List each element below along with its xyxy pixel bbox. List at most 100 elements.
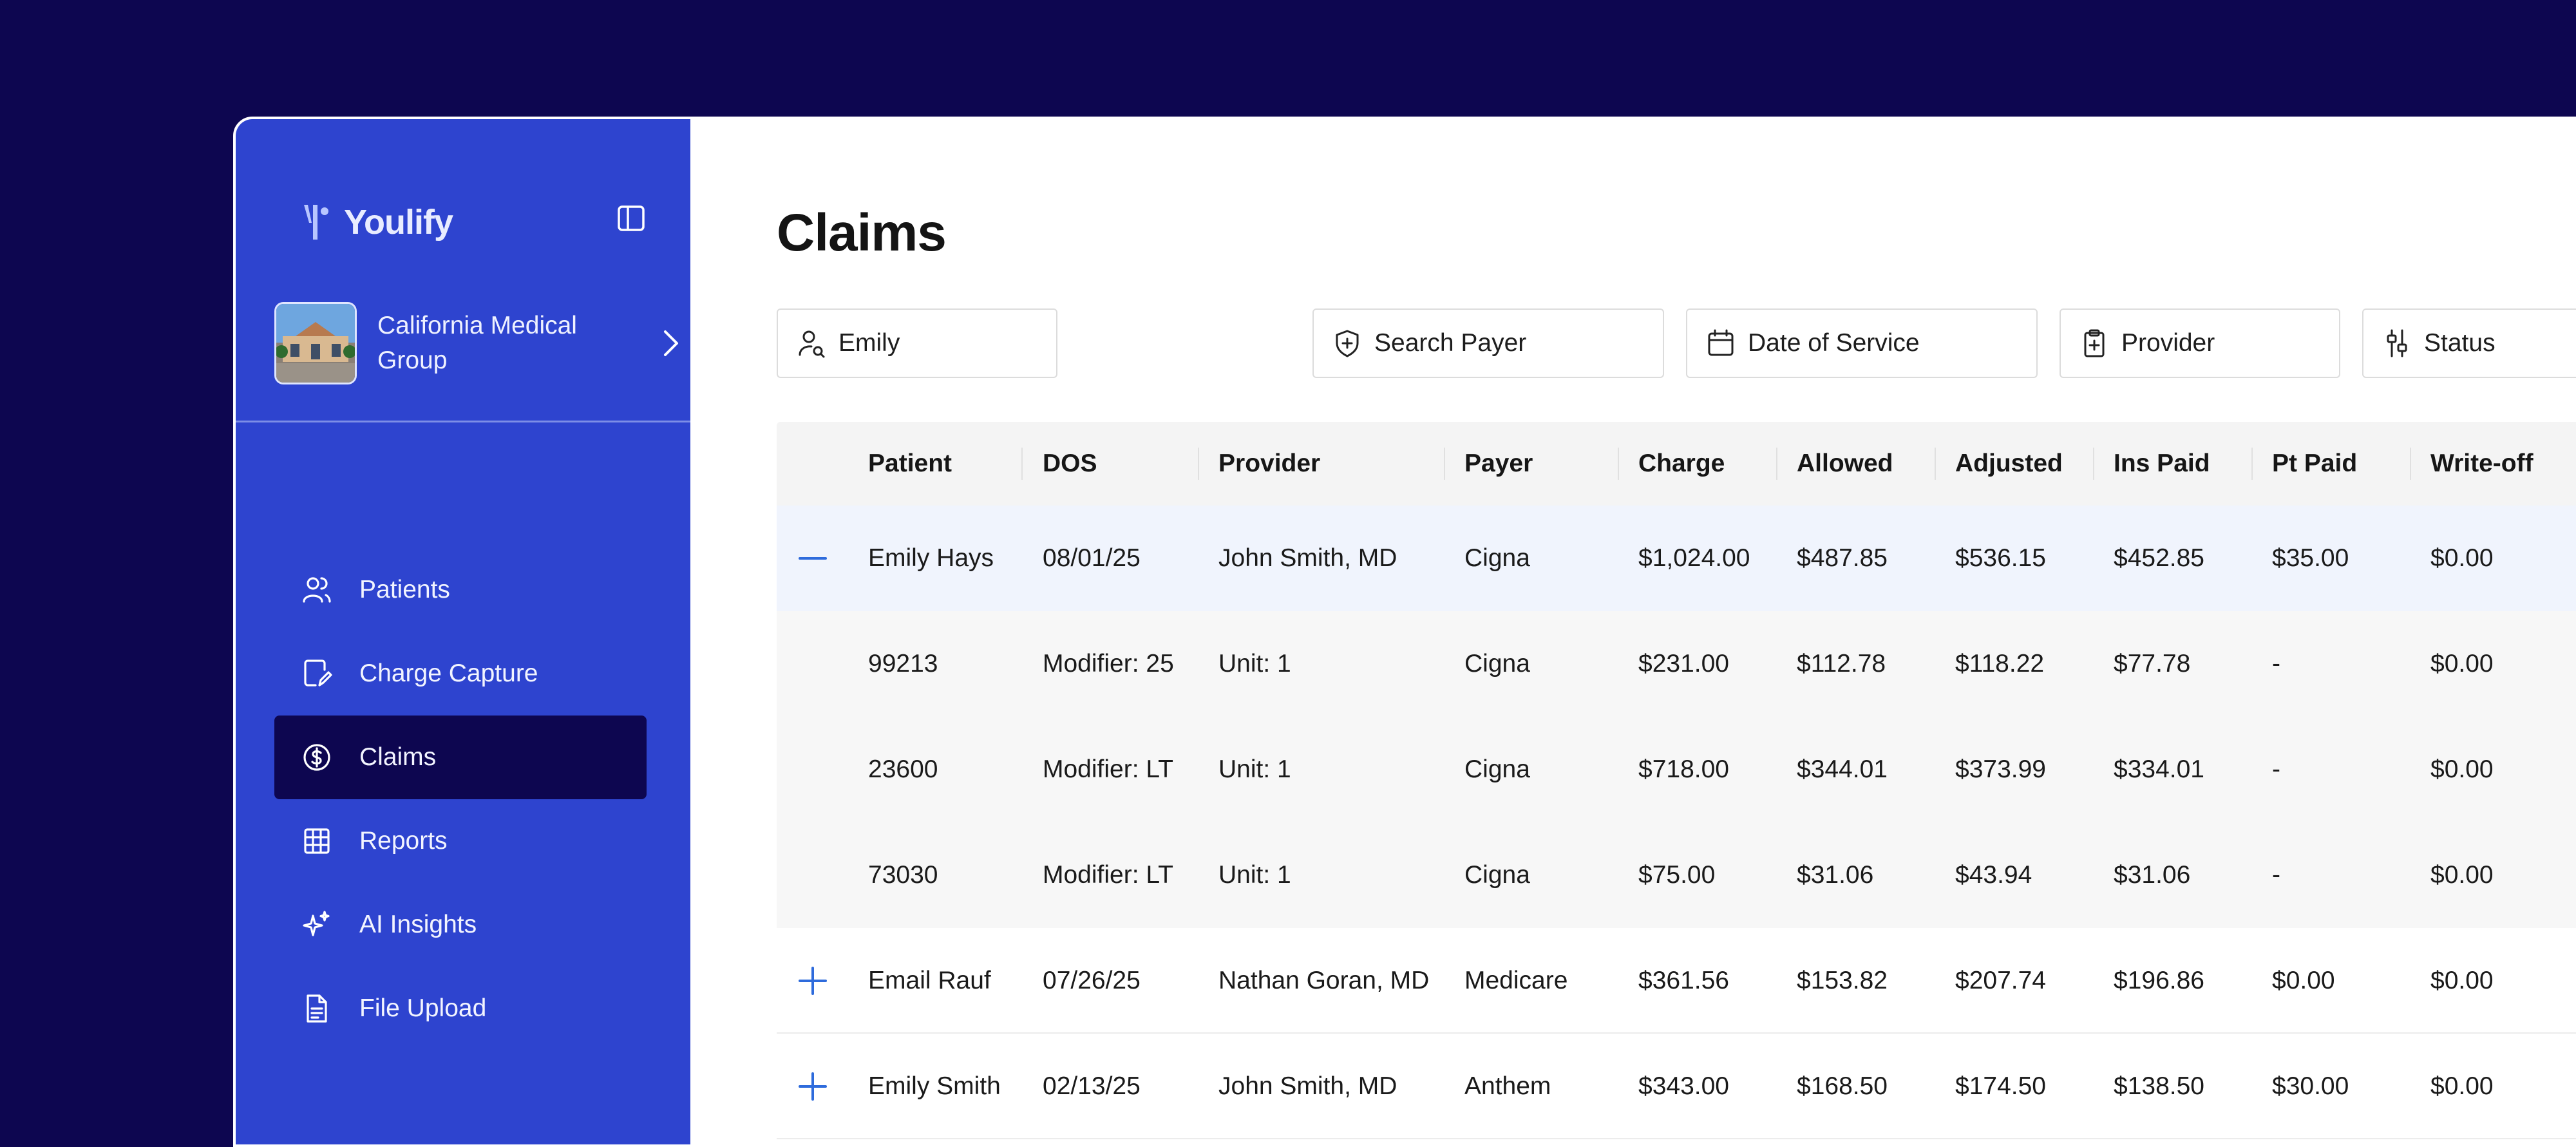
- payer-search-input[interactable]: Search Payer: [1312, 308, 1664, 378]
- cell-adjusted: $207.74: [1955, 967, 2046, 994]
- user-search-icon: [799, 330, 825, 358]
- table-icon: [304, 828, 330, 854]
- cell-adjusted: $536.15: [1955, 544, 2046, 572]
- column-header-dos[interactable]: DOS: [1043, 422, 1097, 506]
- sidebar-item-label: AI Insights: [359, 911, 477, 938]
- cell-payer: Cigna: [1464, 544, 1530, 572]
- edit-document-icon: [304, 659, 332, 687]
- sidebar-item-charge-capture[interactable]: Charge Capture: [274, 632, 647, 716]
- table-row[interactable]: Email Rauf 07/26/25 Nathan Goran, MD Med…: [777, 928, 2576, 1034]
- column-header-pt-paid[interactable]: Pt Paid: [2272, 422, 2357, 506]
- cell-ins-paid: $452.85: [2114, 544, 2204, 572]
- column-header-patient[interactable]: Patient: [868, 422, 952, 506]
- patient-filter[interactable]: Emily: [777, 308, 1057, 378]
- cell-adjusted: $118.22: [1955, 650, 2045, 678]
- cell-allowed: $487.85: [1797, 544, 1888, 572]
- cell-charge: $231.00: [1638, 650, 1729, 678]
- cell-provider: John Smith, MD: [1218, 544, 1397, 572]
- sidebar-item-label: File Upload: [359, 994, 487, 1022]
- cell-cpt-code: 99213: [868, 650, 938, 678]
- column-header-payer[interactable]: Payer: [1464, 422, 1533, 506]
- sidebar-item-label: Patients: [359, 576, 450, 603]
- column-divider: [1935, 448, 1936, 480]
- provider-placeholder: Provider: [2121, 329, 2215, 357]
- column-header-ins-paid[interactable]: Ins Paid: [2114, 422, 2210, 506]
- date-of-service-filter[interactable]: Date of Service: [1686, 308, 2038, 378]
- cell-pt-paid: -: [2272, 650, 2280, 678]
- cell-adjusted: $43.94: [1955, 861, 2032, 889]
- cell-allowed: $344.01: [1797, 755, 1888, 783]
- cell-allowed: $112.78: [1797, 650, 1886, 678]
- cell-writeoff: $0.00: [2430, 650, 2494, 678]
- column-divider: [1198, 448, 1199, 480]
- org-switcher[interactable]: California Medical Group: [274, 301, 678, 386]
- sidebar-item-claims[interactable]: Claims: [274, 716, 647, 799]
- minus-icon[interactable]: [795, 540, 831, 576]
- date-of-service-placeholder: Date of Service: [1748, 329, 1920, 357]
- cell-allowed: $168.50: [1797, 1072, 1888, 1100]
- cell-patient[interactable]: Email Rauf: [868, 928, 991, 1034]
- cell-payer: Medicare: [1464, 967, 1568, 994]
- sidebar-item-ai-insights[interactable]: AI Insights: [274, 883, 647, 967]
- cell-payer: Cigna: [1464, 755, 1530, 783]
- cell-writeoff: $0.00: [2430, 861, 2494, 889]
- status-placeholder: Status: [2424, 329, 2496, 357]
- cell-modifier: Modifier: 25: [1043, 650, 1174, 678]
- brand-logo[interactable]: Youlify: [300, 196, 453, 248]
- app-window: Youlify California Medical Group Patient…: [233, 117, 2576, 1147]
- provider-filter[interactable]: Provider: [2060, 308, 2340, 378]
- cell-charge: $361.56: [1638, 967, 1729, 994]
- cell-charge: $75.00: [1638, 861, 1716, 889]
- cell-modifier: Modifier: LT: [1043, 755, 1173, 783]
- cell-pt-paid: $0.00: [2272, 967, 2335, 994]
- cell-ins-paid: $138.50: [2114, 1072, 2204, 1100]
- column-header-adjusted[interactable]: Adjusted: [1955, 422, 2063, 506]
- main-content: Claims Emily Search Payer Date of Servic…: [690, 119, 2576, 1144]
- dollar-circle-icon: [303, 744, 330, 771]
- sidebar-item-label: Reports: [359, 827, 448, 855]
- cell-adjusted: $373.99: [1955, 755, 2046, 783]
- cell-charge: $343.00: [1638, 1072, 1729, 1100]
- table-header: Patient DOS Provider Payer Charge Allowe…: [777, 422, 2576, 506]
- status-filter[interactable]: Status: [2362, 308, 2576, 378]
- sidebar-item-label: Charge Capture: [359, 659, 538, 687]
- users-icon: [303, 577, 331, 603]
- cell-patient[interactable]: Emily Smith: [868, 1034, 1001, 1139]
- cell-units: Unit: 1: [1218, 755, 1291, 783]
- table-row[interactable]: Emily Smith 02/13/25 John Smith, MD Anth…: [777, 1034, 2576, 1139]
- org-photo: [274, 302, 357, 384]
- cell-units: Unit: 1: [1218, 861, 1291, 889]
- column-divider: [2093, 448, 2094, 480]
- column-header-writeoff[interactable]: Write-off: [2430, 422, 2533, 506]
- cell-pt-paid: $35.00: [2272, 544, 2349, 572]
- cell-provider: John Smith, MD: [1218, 1072, 1397, 1100]
- patient-filter-value: Emily: [838, 329, 900, 357]
- column-divider: [2251, 448, 2253, 480]
- sidebar-item-reports[interactable]: Reports: [274, 799, 647, 883]
- sidebar-item-patients[interactable]: Patients: [274, 548, 647, 632]
- sidebar-toggle-icon[interactable]: [616, 203, 647, 234]
- cell-patient[interactable]: Emily Hays: [868, 506, 994, 611]
- cell-ins-paid: $334.01: [2114, 755, 2204, 783]
- table-subrow: 73030 Modifier: LT Unit: 1 Cigna $75.00 …: [777, 822, 2576, 928]
- column-divider: [1618, 448, 1619, 480]
- cell-pt-paid: $30.00: [2272, 1072, 2349, 1100]
- youlify-logo-icon: [304, 205, 328, 240]
- column-divider: [1021, 448, 1023, 480]
- column-header-provider[interactable]: Provider: [1218, 422, 1320, 506]
- column-divider: [2410, 448, 2411, 480]
- plus-icon[interactable]: [795, 1068, 831, 1104]
- clipboard-plus-icon: [2084, 329, 2105, 357]
- column-header-allowed[interactable]: Allowed: [1797, 422, 1893, 506]
- chevron-right-icon: [664, 330, 678, 356]
- table-subrow: 23600 Modifier: LT Unit: 1 Cigna $718.00…: [777, 717, 2576, 822]
- sidebar-item-file-upload[interactable]: File Upload: [274, 967, 647, 1050]
- table-row[interactable]: Emily Hays 08/01/25 John Smith, MD Cigna…: [777, 506, 2576, 611]
- cell-writeoff: $0.00: [2430, 1072, 2494, 1100]
- plus-icon[interactable]: [795, 963, 831, 999]
- payer-search-placeholder: Search Payer: [1374, 329, 1527, 357]
- column-divider: [1444, 448, 1445, 480]
- cell-modifier: Modifier: LT: [1043, 861, 1173, 889]
- column-header-charge[interactable]: Charge: [1638, 422, 1725, 506]
- cell-dos: 07/26/25: [1043, 967, 1141, 994]
